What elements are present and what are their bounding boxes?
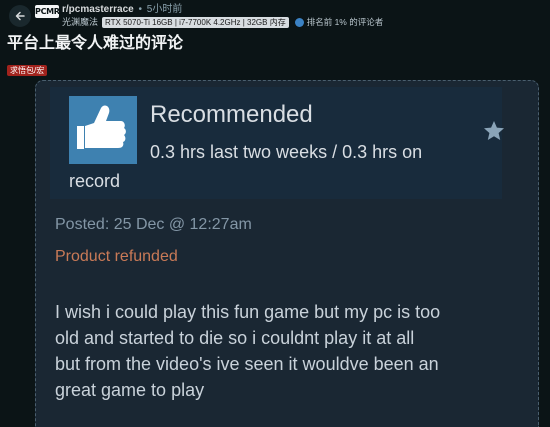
review-line: old and started to die so i couldnt play… — [55, 328, 415, 348]
thumbs-up-tile — [69, 96, 137, 164]
review-line: I wish i could play this fun game but my… — [55, 302, 441, 322]
thumbs-up-icon — [77, 105, 126, 149]
back-arrow-icon — [15, 11, 25, 21]
refund-status: Product refunded — [55, 248, 178, 265]
recommendation-title: Recommended — [150, 101, 313, 128]
rank-icon — [294, 17, 304, 27]
post-header: PCMR r/pcmasterrace • 5小时前 光渊魔法 RTX 5070… — [0, 0, 550, 32]
review-screenshot[interactable]: Recommended 0.3 hrs last two weeks / 0.3… — [35, 80, 539, 427]
username[interactable]: 光渊魔法 — [62, 16, 98, 28]
user-flair: RTX 5070-Ti 16GB | i7-7700K 4.2GHz | 32G… — [102, 16, 289, 28]
user-line: 光渊魔法 RTX 5070-Ti 16GB | i7-7700K 4.2GHz … — [62, 16, 383, 28]
subreddit-icon[interactable]: PCMR — [35, 5, 60, 18]
separator-dot: • — [138, 4, 143, 15]
review-line: but from the video's ive seen it wouldve… — [55, 354, 439, 374]
review-line: great game to play — [55, 380, 205, 400]
star-icon[interactable] — [482, 119, 506, 143]
back-button[interactable] — [9, 5, 31, 27]
post-title[interactable]: 平台上最令人难过的评论 — [7, 32, 183, 54]
subreddit-name[interactable]: r/pcmasterrace — [62, 4, 134, 15]
hours-played-continued: record — [69, 171, 121, 191]
post-time: 5小时前 — [146, 4, 183, 15]
rank-text: 排名前 1% 的评论者 — [306, 17, 384, 27]
review-text: I wish i could play this fun game but my… — [55, 299, 535, 403]
posted-date: Posted: 25 Dec @ 12:27am — [55, 216, 252, 233]
hours-played: 0.3 hrs last two weeks / 0.3 hrs on — [150, 142, 423, 162]
subreddit-line: r/pcmasterrace • 5小时前 — [62, 4, 182, 16]
recommendation-box: Recommended 0.3 hrs last two weeks / 0.3… — [50, 87, 504, 199]
post-flair-tag[interactable]: 求悟包/宏 — [7, 65, 48, 76]
